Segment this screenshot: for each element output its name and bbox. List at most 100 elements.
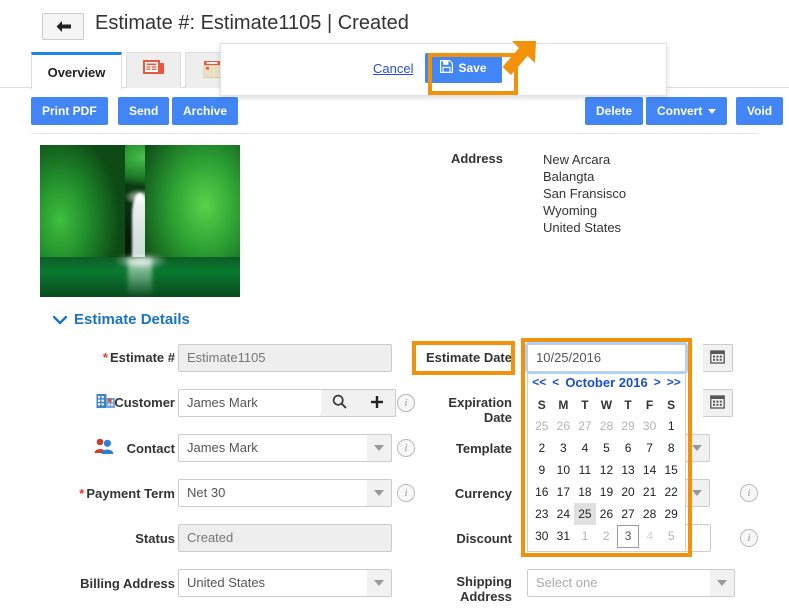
datepicker-next-month[interactable]: > <box>654 375 661 389</box>
datepicker-day[interactable]: 25 <box>531 415 553 437</box>
contact-dropdown-arrow[interactable] <box>367 434 392 462</box>
datepicker-day[interactable]: 15 <box>660 459 682 481</box>
datepicker-day[interactable]: 31 <box>553 525 575 547</box>
datepicker-day[interactable]: 17 <box>553 481 575 503</box>
convert-button[interactable]: Convert <box>646 97 728 125</box>
datepicker-day[interactable]: 30 <box>639 415 661 437</box>
datepicker-weekday-row: SMTWTFS <box>531 395 682 415</box>
billing-address-select[interactable]: United States <box>178 569 368 597</box>
estimate-date-input[interactable]: 10/25/2016 <box>525 342 688 374</box>
datepicker-day[interactable]: 23 <box>531 503 553 525</box>
expiration-date-calendar-button[interactable] <box>703 389 733 417</box>
tab-overview[interactable]: Overview <box>31 52 122 89</box>
datepicker-day[interactable]: 8 <box>660 437 682 459</box>
datepicker-day[interactable]: 5 <box>660 525 682 547</box>
address-line: Balangta <box>543 169 595 184</box>
status-value: Created <box>178 524 392 552</box>
datepicker-day[interactable]: 2 <box>531 437 553 459</box>
customer-label: * Customer <box>107 395 175 410</box>
contact-label: Contact <box>126 441 175 456</box>
archive-button[interactable]: Archive <box>172 97 239 125</box>
required-star: * <box>79 486 85 501</box>
convert-button-label: Convert <box>657 104 703 118</box>
datepicker-weekday: F <box>645 398 654 412</box>
discount-info-icon[interactable]: i <box>740 529 758 547</box>
datepicker-day[interactable]: 29 <box>617 415 639 437</box>
shipping-address-dropdown-arrow[interactable] <box>710 569 735 597</box>
datepicker-next-year[interactable]: >> <box>667 375 681 389</box>
shipping-address-select[interactable]: Select one <box>527 569 711 597</box>
floppy-disk-icon <box>440 60 454 76</box>
status-label: Status <box>135 531 175 546</box>
datepicker-day[interactable]: 12 <box>596 459 618 481</box>
estimate-date-calendar-button[interactable] <box>703 344 733 372</box>
estimate-details-section-header[interactable]: Estimate Details <box>53 311 190 328</box>
template-dropdown-arrow[interactable] <box>685 434 710 462</box>
tab-items[interactable] <box>126 52 181 88</box>
address-line: San Fransisco <box>543 186 627 201</box>
datepicker-day[interactable]: 4 <box>574 437 596 459</box>
datepicker-day[interactable]: 14 <box>639 459 661 481</box>
shipping-address-label: Shipping Address <box>456 574 512 604</box>
customer-search-button[interactable] <box>321 389 359 417</box>
delete-button[interactable]: Delete <box>585 97 644 125</box>
estimate-date-datepicker[interactable]: << < October 2016 > >> SMTWTFS 25 26 27 28 2… <box>527 367 686 552</box>
datepicker-day[interactable]: 13 <box>617 459 639 481</box>
contact-info-icon[interactable]: i <box>397 439 415 457</box>
datepicker-day[interactable]: 27 <box>574 415 596 437</box>
datepicker-day[interactable]: 20 <box>617 481 639 503</box>
payment-term-info-icon[interactable]: i <box>397 484 415 502</box>
address-line: New Arcara <box>543 152 611 167</box>
customer-input[interactable]: James Mark <box>178 389 322 417</box>
datepicker-prev-year[interactable]: << <box>532 375 546 389</box>
save-button-label: Save <box>458 61 487 75</box>
datepicker-day[interactable]: 11 <box>574 459 596 481</box>
datepicker-nav: << < October 2016 > >> <box>531 372 682 392</box>
datepicker-day[interactable]: 6 <box>617 437 639 459</box>
currency-dropdown-arrow[interactable] <box>685 479 710 507</box>
datepicker-days-body: 25 26 27 28 29 30 1 2 3 4 5 6 7 8 9 10 11 12 13 14 15 16 17 18 1… <box>531 415 682 548</box>
billing-address-dropdown-arrow[interactable] <box>367 569 392 597</box>
datepicker-day[interactable]: 3 <box>553 437 575 459</box>
datepicker-day[interactable]: 28 <box>596 415 618 437</box>
datepicker-day[interactable]: 19 <box>596 481 618 503</box>
datepicker-week-row: 16 17 18 19 20 21 22 <box>531 481 682 503</box>
datepicker-day[interactable]: 29 <box>660 503 682 525</box>
datepicker-day[interactable]: 24 <box>553 503 575 525</box>
datepicker-weekday: S <box>667 398 676 412</box>
datepicker-day[interactable]: 4 <box>639 525 661 547</box>
datepicker-day[interactable]: 5 <box>596 437 618 459</box>
datepicker-day[interactable]: 1 <box>574 525 596 547</box>
datepicker-day[interactable]: 2 <box>596 525 618 547</box>
datepicker-day[interactable]: 3 <box>616 524 640 548</box>
estimate-number-input: Estimate1105 <box>178 344 392 372</box>
datepicker-day[interactable]: 27 <box>617 503 639 525</box>
datepicker-day[interactable]: 30 <box>531 525 553 547</box>
datepicker-day[interactable]: 16 <box>531 481 553 503</box>
void-button[interactable]: Void <box>736 97 784 125</box>
datepicker-prev-month[interactable]: < <box>552 375 559 389</box>
payment-term-dropdown-arrow[interactable] <box>367 479 392 507</box>
currency-info-icon[interactable]: i <box>740 484 758 502</box>
expiration-date-info-icon[interactable]: i <box>397 394 415 412</box>
print-pdf-button[interactable]: Print PDF <box>31 97 108 125</box>
datepicker-day[interactable]: 21 <box>639 481 661 503</box>
customer-add-button[interactable] <box>358 389 396 417</box>
datepicker-day[interactable]: 9 <box>531 459 553 481</box>
address-label: Address <box>450 151 503 166</box>
contact-select[interactable]: James Mark <box>178 434 368 462</box>
datepicker-day[interactable]: 18 <box>574 481 596 503</box>
datepicker-day[interactable]: 26 <box>596 503 618 525</box>
datepicker-day[interactable]: 7 <box>639 437 661 459</box>
datepicker-day[interactable]: 1 <box>660 415 682 437</box>
cancel-link[interactable]: Cancel <box>373 61 413 76</box>
chevron-down-icon <box>708 108 717 114</box>
datepicker-day[interactable]: 25 <box>574 503 596 525</box>
datepicker-day[interactable]: 10 <box>553 459 575 481</box>
back-button[interactable] <box>42 13 84 40</box>
datepicker-day[interactable]: 22 <box>660 481 682 503</box>
payment-term-select[interactable]: Net 30 <box>178 479 368 507</box>
datepicker-day[interactable]: 26 <box>553 415 575 437</box>
send-button[interactable]: Send <box>118 97 170 125</box>
datepicker-day[interactable]: 28 <box>639 503 661 525</box>
